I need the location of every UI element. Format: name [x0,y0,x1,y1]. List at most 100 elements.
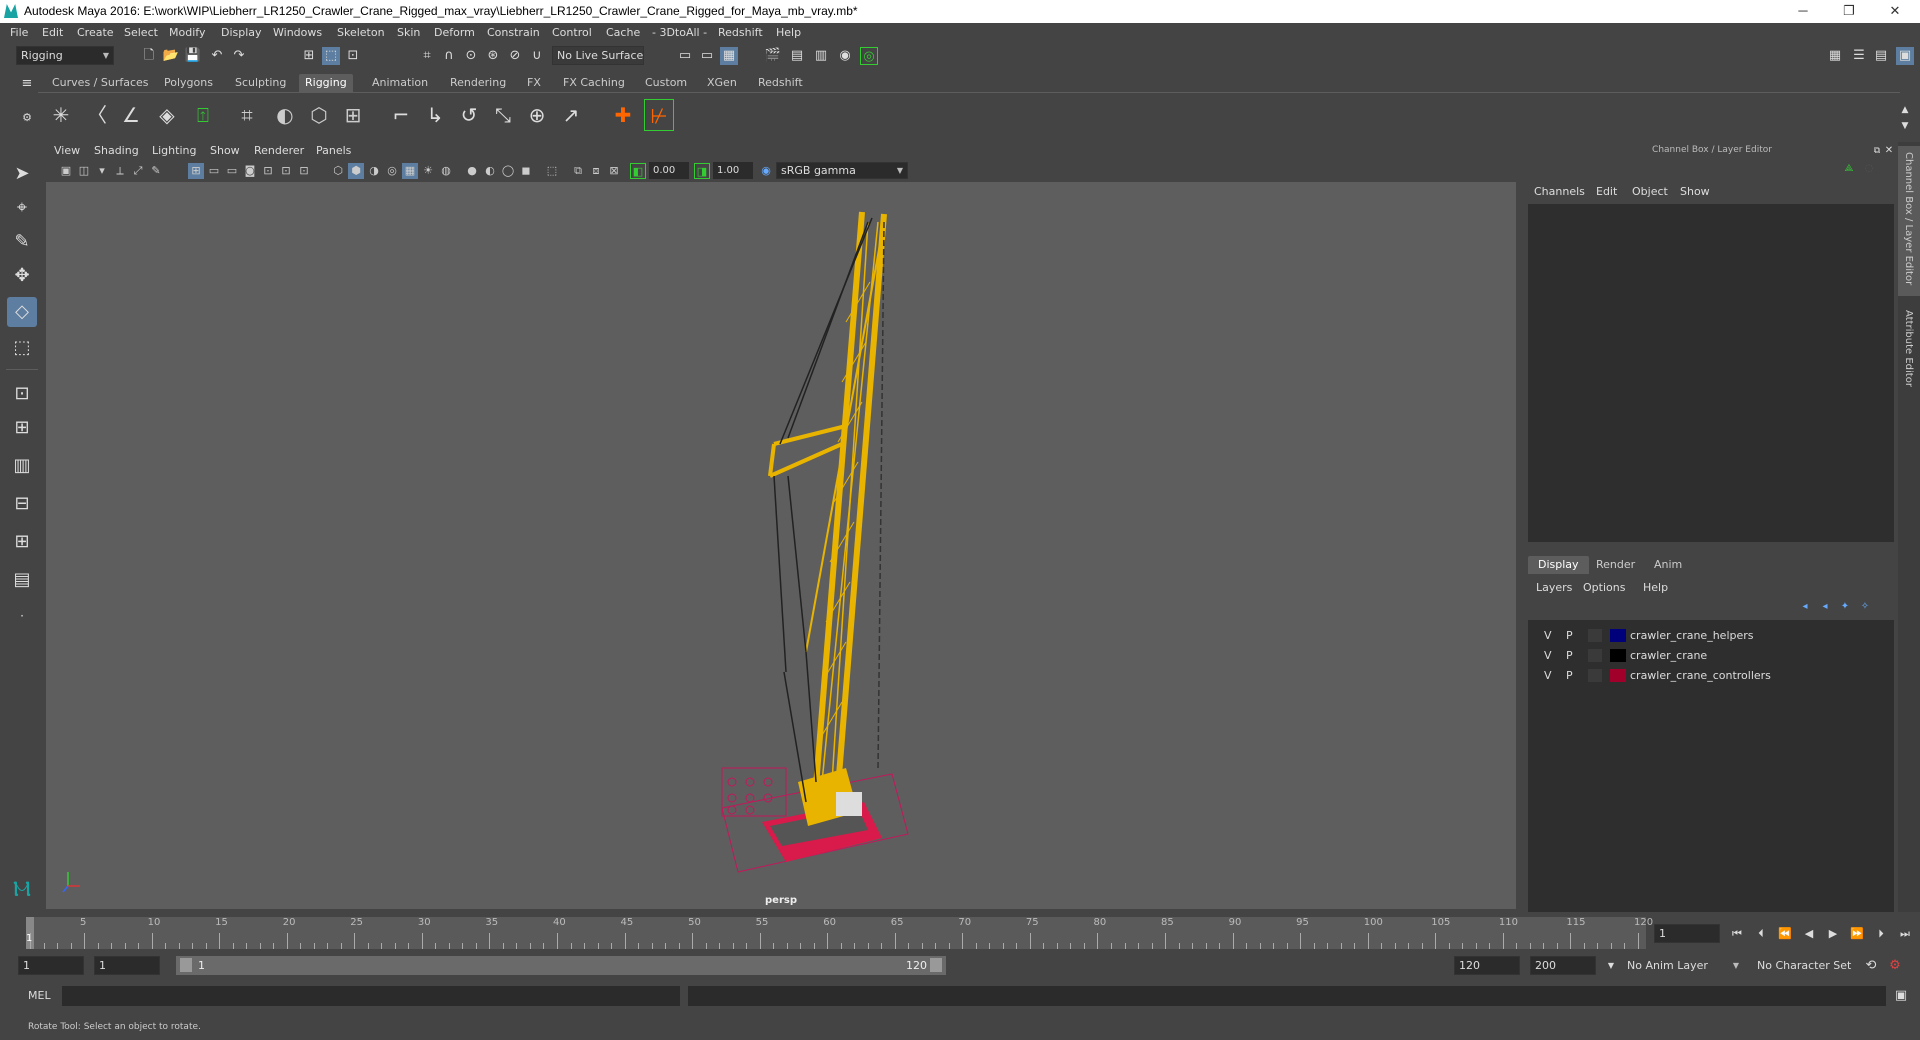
menu-windows[interactable]: Windows [273,26,322,39]
range-start-handle[interactable] [180,958,192,972]
depth-of-field-icon[interactable]: ◼ [518,163,534,179]
layer-type-toggle[interactable] [1588,669,1602,682]
script-editor-icon[interactable]: ▣ [1892,987,1910,1005]
layer-row[interactable]: V P crawler_crane_controllers [1534,666,1892,685]
film-gate-icon[interactable]: ▭ [206,163,222,179]
menu-create[interactable]: Create [77,26,114,39]
layer-playback-toggle[interactable]: P [1566,649,1573,662]
gamma-icon[interactable]: ◨ [694,163,710,179]
create-controller-icon[interactable]: ⊬ [644,99,674,131]
uv-layout-icon[interactable]: ▤ [7,565,37,595]
shelf-menu-icon[interactable]: ≡ [18,75,36,93]
snap-curve-icon[interactable]: ∩ [440,47,458,65]
time-ruler[interactable]: 1 5 10 15 20 25 30 35 40 45 50 55 60 65 70 75 80 85 90 95 10… [26,917,1653,949]
paint-select-icon[interactable]: ✎ [7,227,37,257]
layer-playback-toggle[interactable]: P [1566,629,1573,642]
anim-layer-selector[interactable]: No Anim Layer ▼ [1622,956,1744,975]
new-empty-layer-icon[interactable]: ✦ [1836,598,1854,616]
point-constraint-icon[interactable]: ⌐ [386,99,416,131]
select-component-icon[interactable]: ⊡ [344,47,362,65]
move-layer-up-icon[interactable]: ◂ [1796,598,1814,616]
ambient-occlusion-icon[interactable]: ● [464,163,480,179]
tab-polygons[interactable]: Polygons [158,74,219,92]
textured-icon[interactable]: ▦ [402,163,418,179]
output-ops-icon[interactable]: ▭ [698,47,716,65]
insert-joint-icon[interactable]: ◈ [152,99,182,131]
maya-home-icon[interactable]: Ⲙ [7,875,37,905]
attribute-editor-toggle-icon[interactable]: ☰ [1850,47,1868,65]
layer-row[interactable]: V P crawler_crane_helpers [1534,626,1892,645]
speed-icon[interactable]: ◌ [1860,160,1878,178]
layer-playback-toggle[interactable]: P [1566,669,1573,682]
layer-type-toggle[interactable] [1588,649,1602,662]
tab-curves-surfaces[interactable]: Curves / Surfaces [46,74,155,92]
scale-constraint-icon[interactable]: ⤡ [488,99,518,131]
render-frame-icon[interactable]: 🎬 [764,47,782,65]
move-layer-down-icon[interactable]: ◂ [1816,598,1834,616]
tab-fx[interactable]: FX [521,74,547,92]
layer-color-swatch[interactable] [1610,649,1626,662]
menu-deform[interactable]: Deform [434,26,475,39]
perspective-viewport[interactable]: persp [46,182,1516,909]
quick-rig-icon[interactable]: ⍐ [188,99,218,131]
layer-visibility-toggle[interactable]: V [1544,649,1552,662]
shadows-icon[interactable]: ◍ [438,163,454,179]
range-slider-bar[interactable]: 1 120 [176,956,946,975]
save-scene-icon[interactable]: 💾 [184,47,202,65]
play-backward-icon[interactable]: ◀ [1800,925,1818,943]
animation-start-field[interactable]: 1 [18,956,84,975]
layer-visibility-toggle[interactable]: V [1544,629,1552,642]
layer-type-toggle[interactable] [1588,629,1602,642]
chevron-down-icon[interactable]: ▼ [1602,957,1620,975]
wireframe-on-shaded-icon[interactable]: ◎ [384,163,400,179]
exposure-field[interactable]: 0.00 [649,162,689,179]
step-forward-frame-icon[interactable]: ⏵ [1872,925,1890,943]
motion-blur-icon[interactable]: ◐ [482,163,498,179]
render-settings-icon[interactable]: ▥ [812,47,830,65]
live-surface-field[interactable]: No Live Surface [552,46,644,65]
layer-menu-options[interactable]: Options [1583,581,1625,594]
viewport-menu-renderer[interactable]: Renderer [254,144,304,157]
playback-start-field[interactable]: 1 [94,956,160,975]
pole-vector-icon[interactable]: ↗ [556,99,586,131]
snap-point-icon[interactable]: ⊙ [462,47,480,65]
manipulator-icon[interactable]: ⟁ [1840,160,1858,178]
layer-name[interactable]: crawler_crane_helpers [1630,629,1754,642]
2d-pan-zoom-icon[interactable]: ⤢ [130,163,146,179]
layer-row[interactable]: V P crawler_crane [1534,646,1892,665]
four-view-layout-icon[interactable]: ⊞ [7,413,37,443]
viewport-menu-view[interactable]: View [54,144,80,157]
view-transform-selector[interactable]: sRGB gamma ▼ [776,162,908,179]
rotate-tool-icon[interactable]: ◇ [7,297,37,327]
layer-name[interactable]: crawler_crane_controllers [1630,669,1771,682]
layer-name[interactable]: crawler_crane [1630,649,1707,662]
locator-icon[interactable]: ✚ [608,99,638,131]
menu-help[interactable]: Help [776,26,801,39]
menu-constrain[interactable]: Constrain [487,26,540,39]
wireframe-icon[interactable]: ⬡ [330,163,346,179]
move-tool-icon[interactable]: ✥ [7,261,37,291]
animation-preferences-icon[interactable]: ⚙ [1886,957,1904,975]
new-layer-selected-icon[interactable]: ✧ [1856,598,1874,616]
xray-joints-icon[interactable]: ⊠ [606,163,622,179]
open-scene-icon[interactable]: 📂 [162,47,180,65]
camera-select-icon[interactable]: ▣ [58,163,74,179]
side-tab-attribute-editor[interactable]: Attribute Editor [1903,310,1914,387]
select-hierarchy-icon[interactable]: ⊞ [300,47,318,65]
tab-xgen[interactable]: XGen [701,74,743,92]
gate-mask-icon[interactable]: ◙ [242,163,258,179]
persp-outliner-layout-icon[interactable]: ▥ [7,451,37,481]
viewport-menu-shading[interactable]: Shading [94,144,139,157]
mel-label[interactable]: MEL [28,989,51,1002]
persp-graph-layout-icon[interactable]: ⊟ [7,489,37,519]
menu-3dtoall[interactable]: - 3DtoAll - [652,26,707,39]
camera-attributes-icon[interactable]: ◫ [76,163,92,179]
ik-spline-icon[interactable]: ∠ [116,99,146,131]
layer-tab-display[interactable]: Display [1528,556,1589,574]
tab-rendering[interactable]: Rendering [444,74,512,92]
safe-title-icon[interactable]: ⊡ [296,163,312,179]
play-forward-icon[interactable]: ▶ [1824,925,1842,943]
shelf-settings-icon[interactable]: ⚙ [18,109,36,127]
menu-redshift[interactable]: Redshift [718,26,763,39]
menu-cache[interactable]: Cache [606,26,640,39]
